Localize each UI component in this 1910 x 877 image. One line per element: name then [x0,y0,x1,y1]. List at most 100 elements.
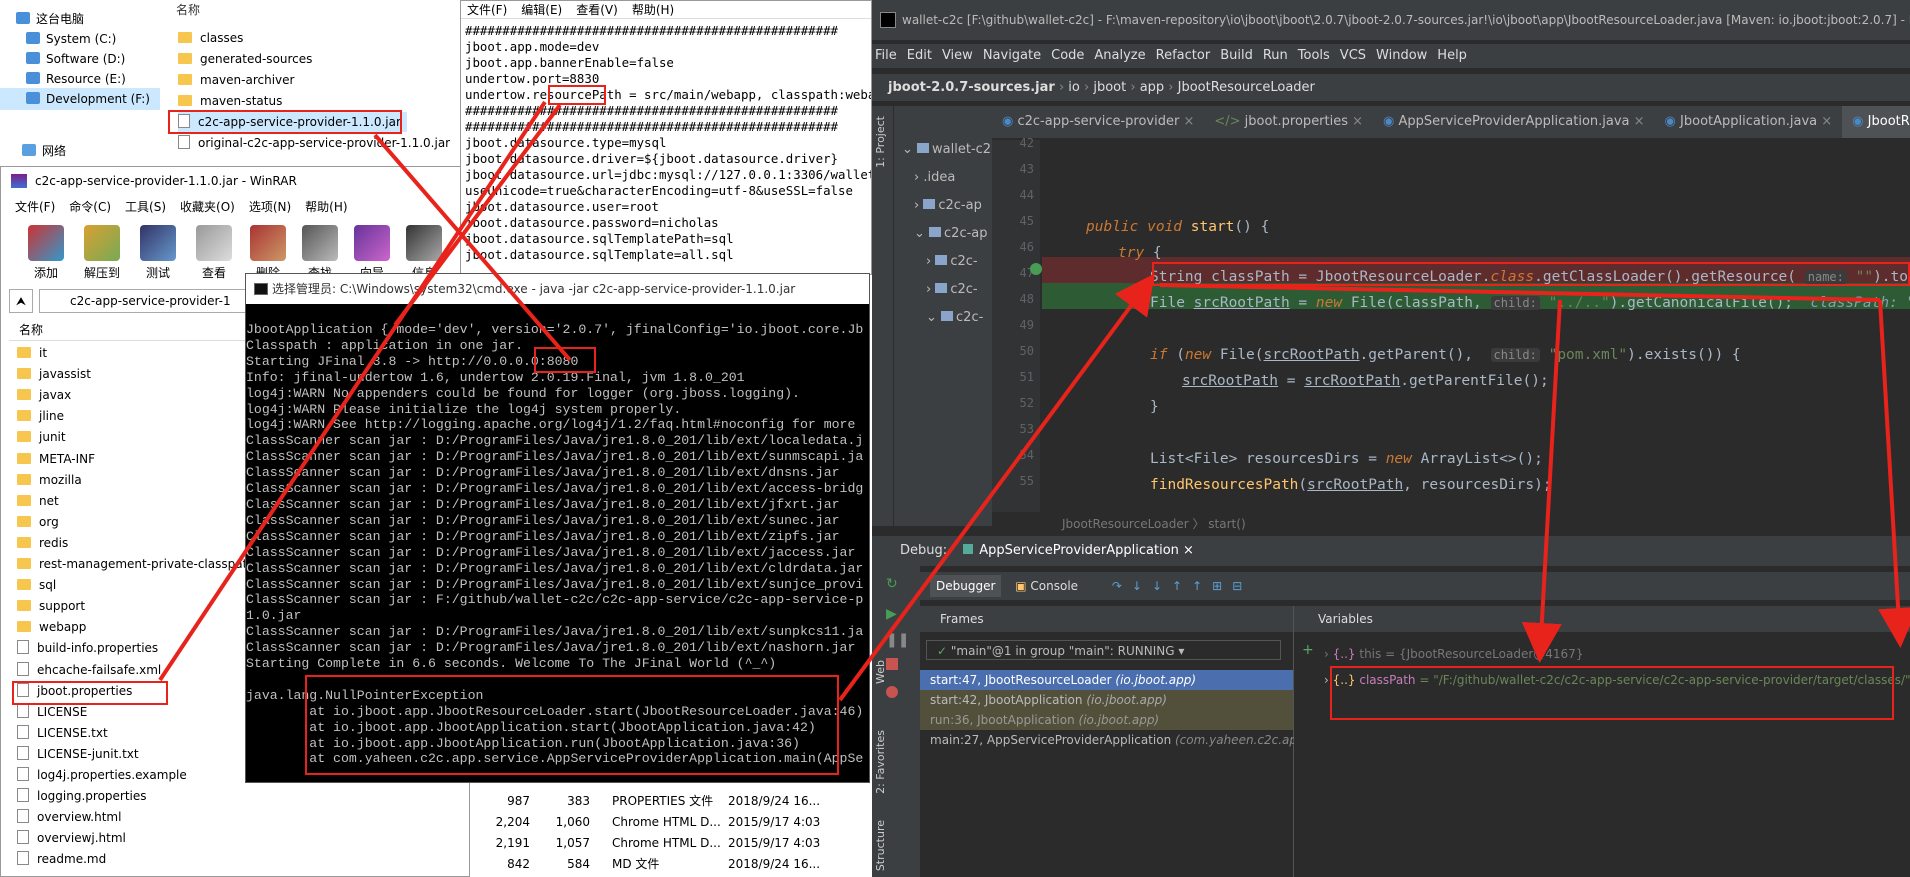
table-row[interactable]: org [17,512,59,532]
breadcrumb-item[interactable]: app [1140,80,1164,95]
table-row[interactable]: rest-management-private-classpath [17,554,255,574]
ide-menu-view[interactable]: View [942,48,973,63]
code-breadcrumb[interactable]: JbootResourceLoader 〉 start() [1042,512,1910,536]
structure-tool-tab[interactable]: Structure [874,820,887,871]
table-row[interactable]: overview.html [17,807,121,827]
table-row[interactable]: jline [17,406,64,426]
editor-tab[interactable]: ◉ JbootResourceLoader × [1842,106,1910,138]
np-menu-view[interactable]: 查看(V) [576,3,618,17]
table-row[interactable]: javax [17,385,71,405]
table-row[interactable]: jboot.properties [17,681,132,701]
tree-item[interactable]: › c2c- [926,280,978,300]
table-row[interactable]: logging.properties [17,786,147,806]
tree-item[interactable]: › c2c- [926,252,978,272]
var-row-this[interactable]: › {..} this = {JbootResourceLoader@4167} [1324,644,1583,664]
table-row[interactable]: support [17,596,85,616]
code-editor[interactable]: public void start() { try { String class… [1042,140,1910,512]
toolbar-test-button[interactable]: 测试 [135,225,181,281]
frame-row-selected[interactable]: start:47, JbootResourceLoader (io.jboot.… [920,670,1293,690]
toolbar-view-button[interactable]: 查看 [191,225,237,281]
menu-tools[interactable]: 工具(S) [125,200,166,214]
ide-menu-tools[interactable]: Tools [1298,48,1330,63]
close-tab-icon[interactable]: × [1179,114,1194,129]
table-row[interactable]: junit [17,427,66,447]
menu-command[interactable]: 命令(C) [69,200,111,214]
toolbar-extract-button[interactable]: 解压到 [79,225,125,281]
table-row[interactable]: LICENSE-junit.txt [17,744,139,764]
table-row[interactable]: readme.md [17,849,106,869]
add-watch-icon[interactable]: + [1302,642,1314,658]
editor-tab[interactable]: ◉ JbootApplication.java × [1655,106,1843,138]
table-row[interactable]: META-INF [17,449,95,469]
resume-icon[interactable]: ▶ [886,606,897,622]
breadcrumb-item[interactable]: io [1068,80,1080,95]
list-item[interactable]: generated-sources [178,49,312,69]
thread-selector[interactable]: ✓ "main"@1 in group "main": RUNNING ▾ [926,640,1281,660]
ide-menu-run[interactable]: Run [1263,48,1288,63]
table-row[interactable]: LICENSE.txt [17,723,108,743]
tree-item[interactable]: ⌄ c2c-ap [914,224,988,244]
frame-row[interactable]: start:42, JbootApplication (io.jboot.app… [920,690,1293,710]
tree-item[interactable]: › .idea [914,168,955,188]
debug-session-tab[interactable]: AppServiceProviderApplication × [963,543,1194,558]
tree-item[interactable]: › c2c-ap [914,196,982,216]
ide-menu-code[interactable]: Code [1051,48,1084,63]
nav-network[interactable]: 网络 [22,140,66,162]
close-tab-icon[interactable]: × [1630,114,1645,129]
menu-favorites[interactable]: 收藏夹(O) [180,200,235,214]
var-row-classpath[interactable]: › {..} classPath = "/F:/github/wallet-c2… [1324,670,1910,690]
np-menu-edit[interactable]: 编辑(E) [521,3,562,17]
nav-drive-e[interactable]: Resource (E:) [26,68,126,90]
tree-item[interactable]: ⌄ c2c- [926,308,983,328]
ide-menu-file[interactable]: File [875,48,897,63]
breakpoint-check-icon[interactable] [1030,263,1042,275]
table-row[interactable]: net [17,491,59,511]
table-row[interactable]: javassist [17,364,91,384]
ide-menu-edit[interactable]: Edit [907,48,932,63]
table-row[interactable]: it [17,343,47,363]
ide-menu-help[interactable]: Help [1437,48,1467,63]
breadcrumb-item[interactable]: jboot-2.0.7-sources.jar [888,80,1055,95]
console-tab[interactable]: ▣ Console [1015,579,1078,593]
table-row[interactable]: log4j.properties.example [17,765,187,785]
table-row[interactable]: mozilla [17,470,82,490]
debugger-tab[interactable]: Debugger [930,575,1002,597]
np-menu-file[interactable]: 文件(F) [467,3,507,17]
list-item[interactable]: classes [178,28,243,48]
ide-menu-refactor[interactable]: Refactor [1156,48,1211,63]
nav-drive-f[interactable]: Development (F:) [0,88,160,110]
table-row[interactable]: build-info.properties [17,638,158,658]
up-folder-button[interactable]: ⮝ [9,289,33,313]
list-item[interactable]: original-c2c-app-service-provider-1.1.0.… [178,133,450,153]
menu-options[interactable]: 选项(N) [249,200,291,214]
close-tab-icon[interactable]: × [1817,114,1832,129]
frame-row[interactable]: run:36, JbootApplication (io.jboot.app) [920,710,1293,730]
favorites-tool-tab[interactable]: 2: Favorites [874,730,887,794]
table-row[interactable]: webapp [17,617,86,637]
editor-tab[interactable]: </> jboot.properties × [1204,106,1373,138]
ide-menu-vcs[interactable]: VCS [1340,48,1366,63]
ide-menu-window[interactable]: Window [1376,48,1427,63]
table-row[interactable]: redis [17,533,68,553]
breadcrumb-item[interactable]: jboot [1093,80,1126,95]
project-tool-tab[interactable]: 1: Project [874,116,887,168]
editor-tab[interactable]: ◉ AppServiceProviderApplication.java × [1373,106,1655,138]
list-item[interactable]: maven-status [178,91,282,111]
table-row[interactable]: overviewj.html [17,828,126,848]
step-buttons[interactable]: ↷↓↓↑↑⊞⊟ [1112,579,1252,593]
cmd-output[interactable]: JbootApplication { mode='dev', version='… [246,322,863,767]
pause-icon[interactable]: ❚❚ [886,632,909,648]
notepad-text-area[interactable]: ########################################… [465,23,871,263]
close-tab-icon[interactable]: × [1348,114,1363,129]
table-row[interactable]: sql [17,575,56,595]
rerun-icon[interactable]: ↻ [886,576,898,592]
np-menu-help[interactable]: 帮助(H) [632,3,674,17]
list-item[interactable]: maven-archiver [178,70,294,90]
frame-row[interactable]: main:27, AppServiceProviderApplication (… [920,730,1305,750]
table-row[interactable]: ehcache-failsafe.xml [17,660,161,680]
list-item-selected-jar[interactable]: c2c-app-service-provider-1.1.0.jar [178,112,407,132]
ide-menu-navigate[interactable]: Navigate [983,48,1041,63]
web-tool-tab[interactable]: Web [874,660,887,684]
column-header-name[interactable]: 名称 [176,0,200,20]
nav-this-pc[interactable]: 这台电脑 [16,8,84,30]
